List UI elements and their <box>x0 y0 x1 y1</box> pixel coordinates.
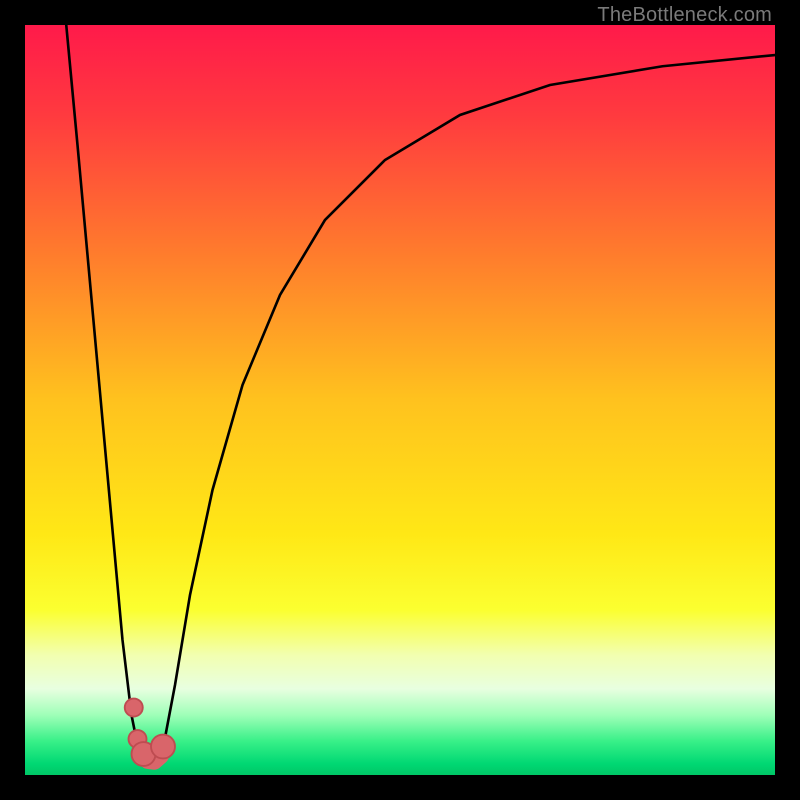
curve-left-branch <box>66 25 140 756</box>
marker-group <box>125 699 175 766</box>
curve-layer <box>25 25 775 775</box>
dot-upper <box>125 699 143 717</box>
curve-right-branch <box>162 55 776 756</box>
valley-cap-right <box>151 735 175 759</box>
plot-area <box>25 25 775 775</box>
attribution-text: TheBottleneck.com <box>597 4 772 27</box>
chart-frame: TheBottleneck.com <box>0 0 800 800</box>
